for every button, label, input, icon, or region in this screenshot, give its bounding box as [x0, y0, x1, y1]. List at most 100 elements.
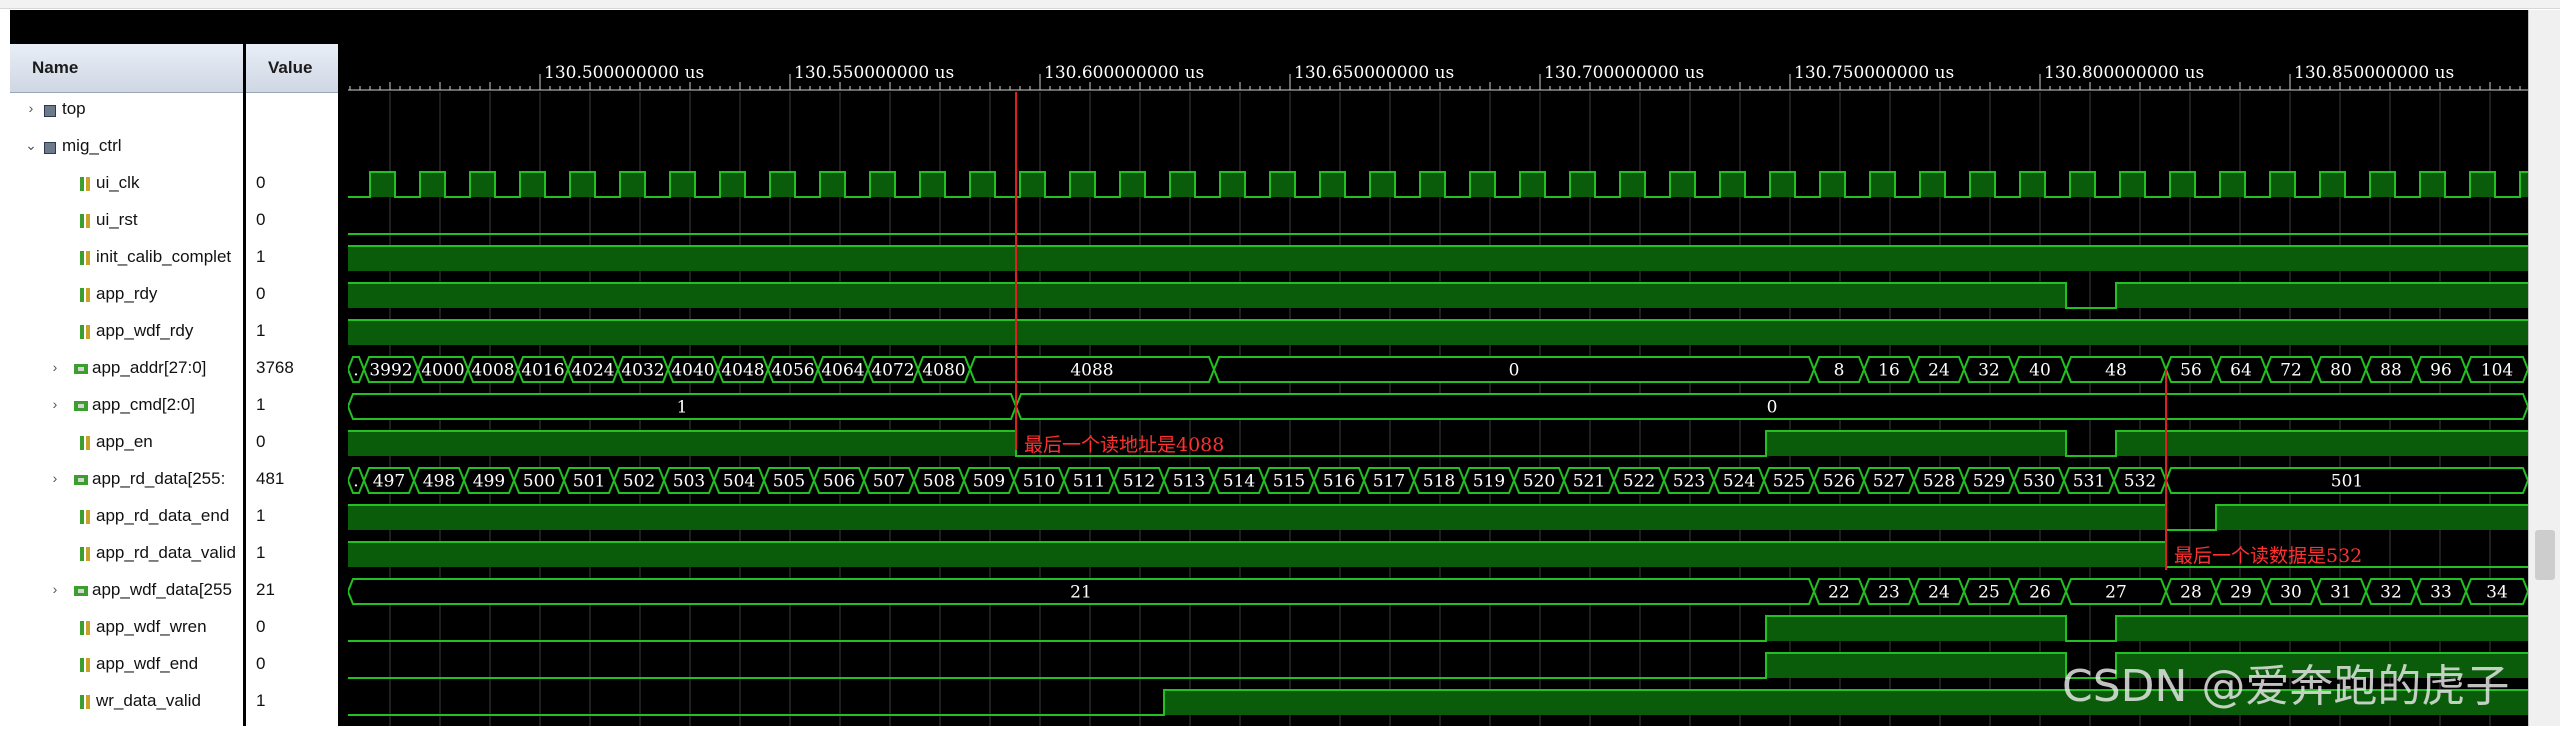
app-addr-label: 96 — [2430, 361, 2452, 381]
signal-row-app-wdf-rdy[interactable]: app_wdf_rdy 1 — [10, 314, 344, 351]
signal-name: app_en — [96, 432, 153, 451]
app-rd-data-label: 523 — [1673, 472, 1705, 492]
signal-row-mig-ctrl[interactable]: ⌄ mig_ctrl — [10, 129, 344, 166]
app-addr-label: 4072 — [871, 361, 914, 381]
signal-name: ui_rst — [96, 210, 138, 229]
app-wdf-data-label: 25 — [1978, 583, 2000, 603]
bus-signal-icon — [74, 584, 88, 598]
signal-row-app-rdy[interactable]: app_rdy 0 — [10, 277, 344, 314]
scrollbar-thumb[interactable] — [2535, 530, 2555, 580]
bus-signal-icon — [74, 473, 88, 487]
time-tick-label: 130.800000000 us — [2044, 63, 2204, 83]
clock-high-pulse — [1070, 172, 1095, 197]
waveform-canvas[interactable]: 130.500000000 us 130.550000000 us 130.6000… — [346, 10, 2546, 726]
app-rd-data-label: 524 — [1723, 472, 1755, 492]
signal-row-app-rd-data-valid[interactable]: app_rd_data_valid 1 — [10, 536, 344, 573]
column-separator[interactable] — [243, 44, 246, 726]
app-cmd-label: 1 — [677, 398, 688, 418]
clock-high-pulse — [1170, 172, 1195, 197]
app-rd-data-label: 497 — [373, 472, 405, 492]
app-rd-data-label: 517 — [1373, 472, 1405, 492]
signal-icon — [78, 214, 92, 228]
signal-row-app-wdf-end[interactable]: app_wdf_end 0 — [10, 647, 344, 684]
clock-high-pulse — [1620, 172, 1645, 197]
app-addr-label: 4040 — [671, 361, 714, 381]
high-region — [348, 542, 2166, 567]
signal-value: 0 — [256, 173, 266, 192]
clock-high-pulse — [870, 172, 895, 197]
app-rd-data-label: 522 — [1623, 472, 1655, 492]
app-addr-label: 8 — [1834, 361, 1845, 381]
chevron-down-icon[interactable]: ⌄ — [24, 137, 38, 154]
panel-splitter[interactable] — [338, 10, 348, 726]
app-rd-data-label: 498 — [423, 472, 455, 492]
time-tick-label: 130.500000000 us — [544, 63, 704, 83]
clock-high-pulse — [820, 172, 845, 197]
app-rd-data-label: 501 — [573, 472, 605, 492]
signal-row-app-cmd20[interactable]: › app_cmd[2:0] 1 — [10, 388, 344, 425]
signal-name: top — [62, 99, 86, 118]
app-wdf-data-label: 33 — [2430, 583, 2452, 603]
clock-high-pulse — [1720, 172, 1745, 197]
signal-name: app_wdf_data[255 — [92, 580, 232, 599]
app-addr-label: 0 — [1509, 361, 1520, 381]
signal-row-wr-data-valid[interactable]: wr_data_valid 1 — [10, 684, 344, 721]
signal-value: 1 — [256, 691, 266, 710]
app-addr-label: 80 — [2330, 361, 2352, 381]
clock-high-pulse — [2370, 172, 2395, 197]
chevron-right-icon[interactable]: › — [48, 470, 62, 486]
clock-high-pulse — [570, 172, 595, 197]
app-rd-data-label: 511 — [1073, 472, 1105, 492]
clock-high-pulse — [1520, 172, 1545, 197]
waveform-area[interactable]: 130.500000000 us 130.550000000 us 130.6000… — [346, 10, 2546, 726]
app-rd-data-label: 501 — [2331, 472, 2363, 492]
vertical-scrollbar[interactable] — [2528, 10, 2560, 726]
chevron-right-icon[interactable]: › — [48, 359, 62, 375]
app-rd-data-label: 518 — [1423, 472, 1455, 492]
clock-high-pulse — [1670, 172, 1695, 197]
signal-row-app-addr270[interactable]: › app_addr[27:0] 3768 — [10, 351, 344, 388]
signal-name: app_rd_data_end — [96, 506, 230, 525]
signal-row-app-wdf-wren[interactable]: app_wdf_wren 0 — [10, 610, 344, 647]
app-wdf-data-label: 30 — [2280, 583, 2302, 603]
signal-row-ui-clk[interactable]: ui_clk 0 — [10, 166, 344, 203]
chevron-right-icon[interactable]: › — [24, 100, 38, 116]
time-tick-label: 130.550000000 us — [794, 63, 954, 83]
high-region — [348, 320, 2528, 345]
app-rd-data-label: 502 — [623, 472, 655, 492]
signal-value: 1 — [256, 506, 266, 525]
signal-row-app-en[interactable]: app_en 0 — [10, 425, 344, 462]
app-addr-label: . — [353, 361, 358, 381]
signal-value: 0 — [256, 210, 266, 229]
signal-row-ui-rst[interactable]: ui_rst 0 — [10, 203, 344, 240]
app-wdf-data-label: 23 — [1878, 583, 1900, 603]
signal-row-init-calib-complet[interactable]: init_calib_complet 1 — [10, 240, 344, 277]
high-region — [1766, 431, 2066, 456]
name-column-header[interactable]: Name — [32, 44, 78, 92]
signal-icon — [78, 177, 92, 191]
signal-value: 21 — [256, 580, 275, 599]
app-addr-label: 24 — [1928, 361, 1950, 381]
clock-high-pulse — [770, 172, 795, 197]
high-region — [348, 505, 2166, 530]
high-region — [2116, 283, 2528, 308]
high-region — [1766, 653, 2066, 678]
last-read-data-annotation: 最后一个读数据是532 — [2174, 545, 2362, 567]
clock-high-pulse — [370, 172, 395, 197]
chevron-right-icon[interactable]: › — [48, 581, 62, 597]
clock-high-pulse — [1770, 172, 1795, 197]
signal-name: init_calib_complet — [96, 247, 232, 266]
signal-name: app_wdf_end — [96, 654, 199, 673]
chevron-right-icon[interactable]: › — [48, 396, 62, 412]
signal-row-app-rd-data255[interactable]: › app_rd_data[255: 481 — [10, 462, 344, 499]
signal-value: 0 — [256, 284, 266, 303]
signal-row-app-rd-data-end[interactable]: app_rd_data_end 1 — [10, 499, 344, 536]
high-region — [348, 246, 2528, 271]
app-wdf-data-label: 28 — [2180, 583, 2202, 603]
signal-row-top[interactable]: › top — [10, 92, 344, 129]
app-addr-label: 4056 — [771, 361, 814, 381]
signal-row-app-wdf-data255[interactable]: › app_wdf_data[255 21 — [10, 573, 344, 610]
signal-value: 1 — [256, 543, 266, 562]
clock-high-pulse — [2120, 172, 2145, 197]
value-column-header[interactable]: Value — [268, 44, 312, 92]
